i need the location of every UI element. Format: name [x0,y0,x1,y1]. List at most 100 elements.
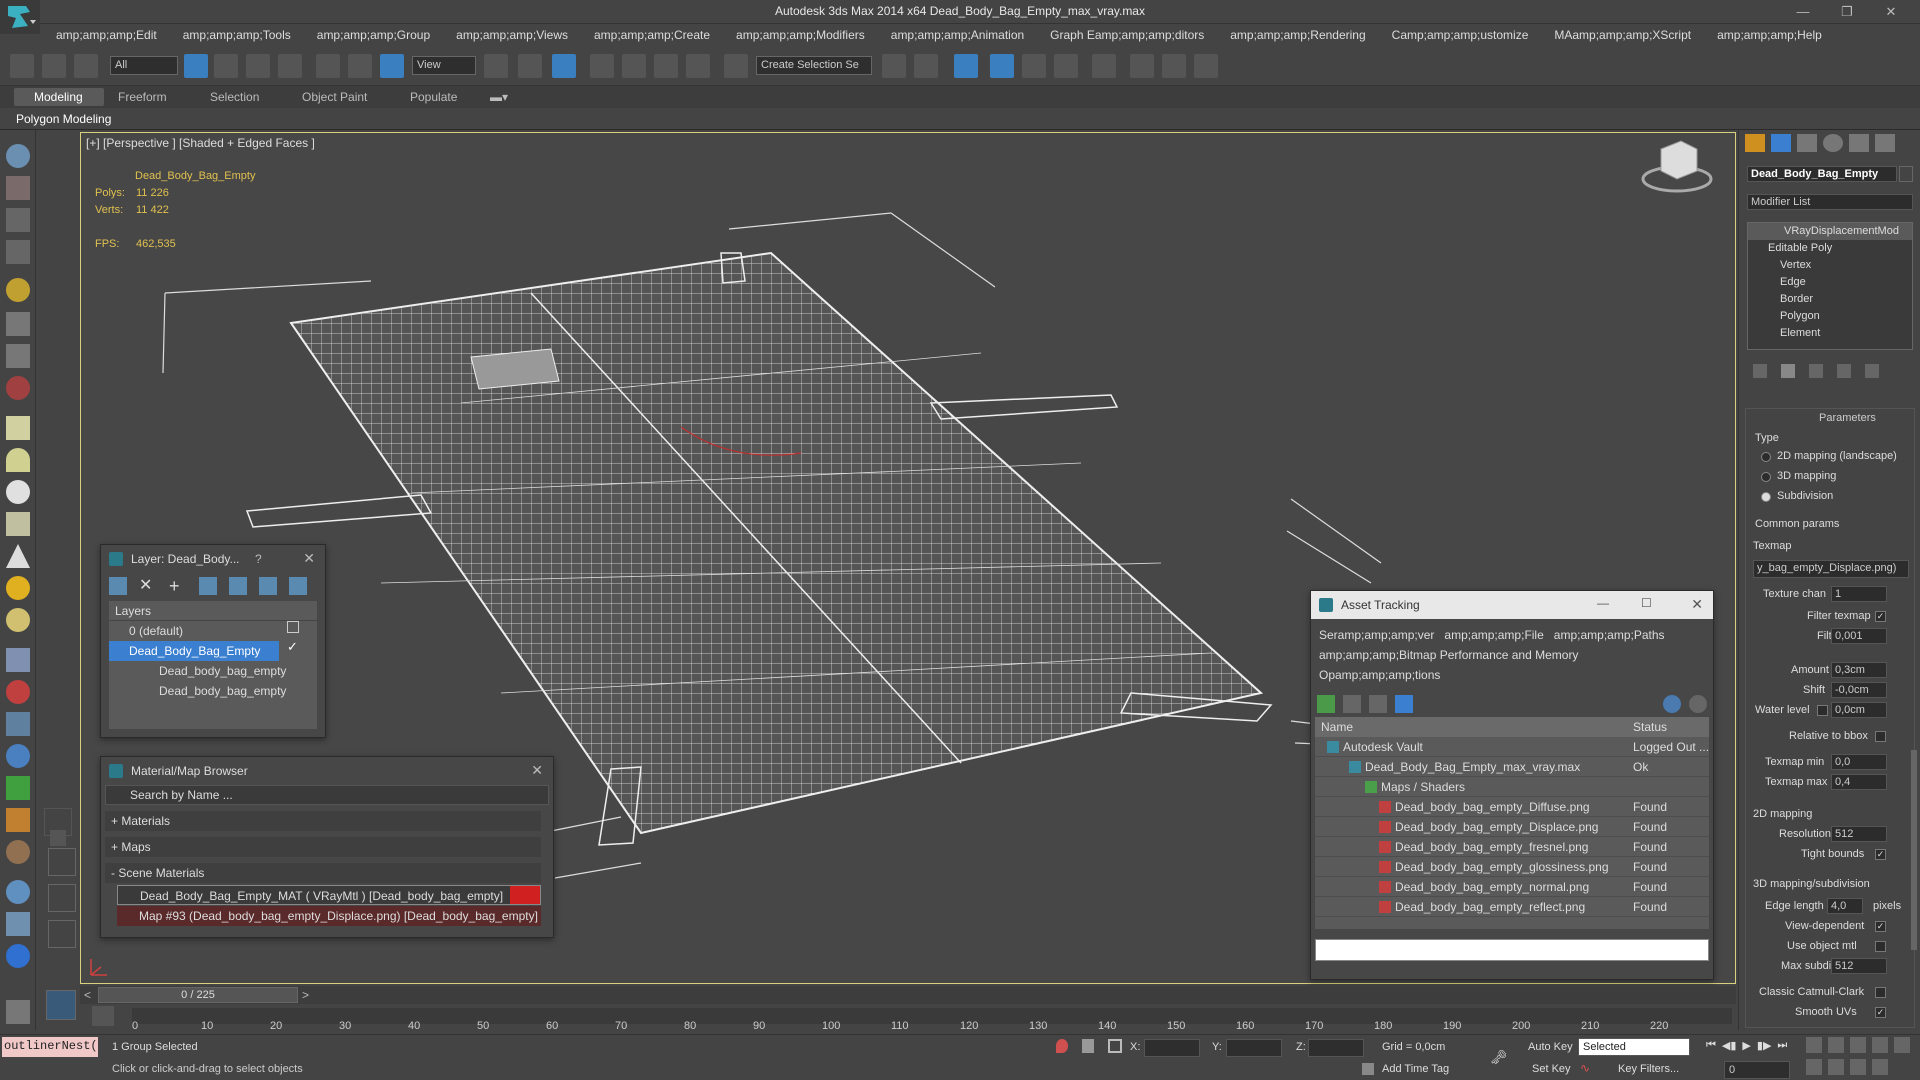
panel-scrollbar[interactable] [1911,750,1917,950]
tab-populate[interactable]: Populate [410,90,457,104]
layout-slot-icon[interactable] [44,808,72,836]
pan-icon[interactable] [1806,1059,1822,1075]
thumbnail-view-icon[interactable] [1369,695,1387,713]
scene-materials-section[interactable]: - Scene Materials [105,863,541,883]
layer-help-button[interactable]: ? [255,552,262,566]
hand-icon[interactable] [6,808,30,832]
texmap-min-spinner[interactable]: 0,0 [1831,754,1887,770]
absolute-mode-icon[interactable] [1108,1039,1122,1053]
menu-maxscript[interactable]: MAamp;amp;amp;XScript [1542,24,1705,46]
set-key-button[interactable]: Set Key [1532,1063,1571,1075]
rendered-frame-icon[interactable] [1162,54,1186,78]
asset-row[interactable]: Dead_Body_Bag_Empty_max_vray.max Ok [1315,757,1709,777]
menu-edit[interactable]: amp;amp;amp;Edit [44,24,171,46]
vray-sphere-icon[interactable] [6,944,30,968]
remove-modifier-icon[interactable] [1837,364,1851,378]
unlink-icon[interactable] [42,54,66,78]
water-level-checkbox[interactable] [1817,705,1828,716]
teapot-icon[interactable] [6,144,30,168]
time-slider-thumb[interactable]: 0 / 225 [98,987,298,1003]
asset-menu-server[interactable]: Seramp;amp;amp;ver [1319,628,1434,642]
menu-customize[interactable]: Camp;amp;amp;ustomize [1380,24,1543,46]
stack-vray-displacement[interactable]: VRayDisplacementMod [1748,223,1912,240]
menu-tools[interactable]: amp;amp;amp;Tools [171,24,305,46]
asset-row[interactable]: Dead_body_bag_empty_normal.png Found [1315,877,1709,897]
list-icon[interactable] [6,208,30,232]
select-object-icon[interactable] [184,54,208,78]
asset-maximize-button[interactable]: ☐ [1641,596,1652,610]
spinner-snap-icon[interactable] [686,54,710,78]
menu-animation[interactable]: amp;amp;amp;Animation [879,24,1038,46]
layer-row-object[interactable]: Dead_body_bag_empty [109,661,317,681]
x-coord-field[interactable] [1144,1039,1200,1057]
freeze-layers-icon[interactable] [289,577,307,595]
track-bar[interactable]: 0 10 20 30 40 50 60 70 80 90 100 110 120 130 140 150 160… [80,1004,1736,1034]
sphere-blue-icon[interactable] [6,880,30,904]
app-logo-icon[interactable] [0,0,40,34]
sphere-icon[interactable] [6,480,30,504]
object-name-field[interactable]: Dead_Body_Bag_Empty [1747,166,1897,182]
stack-editable-poly[interactable]: Editable Poly [1748,240,1912,257]
hierarchy-tab-icon[interactable] [1797,134,1817,152]
make-unique-icon[interactable] [1809,364,1823,378]
keyboard-shortcut-icon[interactable] [552,54,576,78]
add-to-layer-icon[interactable]: + [169,577,187,595]
stack-edge[interactable]: Edge [1748,274,1912,291]
camera-icon[interactable] [6,312,30,336]
max-viewport-icon[interactable] [1872,1059,1888,1075]
schematic-view-icon[interactable] [1054,54,1078,78]
menu-graph-editors[interactable]: Graph Eamp;amp;amp;ditors [1038,24,1218,46]
maxscript-listener[interactable]: outlinerNest( [2,1037,98,1057]
edge-length-spinner[interactable]: 4,0 [1827,898,1863,914]
link-icon[interactable] [10,54,34,78]
hide-layers-icon[interactable] [259,577,277,595]
asset-row[interactable]: Maps / Shaders [1315,777,1709,797]
stack-border[interactable]: Border [1748,291,1912,308]
relative-bbox-checkbox[interactable] [1875,731,1886,742]
time-tag-icon[interactable] [1362,1063,1374,1075]
maps-section[interactable]: + Maps [105,837,541,857]
stack-vertex[interactable]: Vertex [1748,257,1912,274]
shell-icon[interactable] [6,840,30,864]
object-color-swatch[interactable] [1899,166,1913,182]
filter-texmap-checkbox[interactable]: ✓ [1875,611,1886,622]
radio-2d-mapping[interactable] [1761,452,1771,462]
selection-filter-select[interactable]: All [110,56,178,75]
render-icon[interactable] [1194,54,1218,78]
orbit-icon[interactable] [1850,1059,1866,1075]
asset-help-icon[interactable] [1663,695,1681,713]
track-bar-area[interactable] [132,1008,1732,1024]
pin-stack-icon[interactable] [1753,364,1767,378]
prev-frame-icon[interactable]: ◀▮ [1722,1039,1737,1052]
hair-icon[interactable] [6,648,30,672]
grass-icon[interactable] [6,776,30,800]
layer-row-object[interactable]: Dead_body_bag_empty [109,681,317,701]
material-search-input[interactable]: Search by Name ... [105,785,549,805]
layout-b-icon[interactable] [48,884,76,912]
zoom-extents-all-icon[interactable] [1872,1037,1888,1053]
water-level-spinner[interactable]: 0,0cm [1831,702,1887,718]
ribbon-options-icon[interactable]: ▬▾ [490,90,508,104]
layer-row-default[interactable]: 0 (default) [109,621,317,641]
asset-col-status[interactable]: Status [1633,717,1667,737]
active-layout-icon[interactable] [46,990,76,1020]
radio-3d-mapping[interactable] [1761,472,1771,482]
tab-selection[interactable]: Selection [210,90,259,104]
play-icon[interactable]: ▶ [1742,1039,1750,1052]
goto-start-icon[interactable]: ⏮ [1706,1039,1716,1052]
viewport-label[interactable]: [+] [Perspective ] [Shaded + Edged Faces… [86,136,315,150]
highlight-layer-icon[interactable] [229,577,247,595]
ribbon-sub-label[interactable]: Polygon Modeling [16,112,111,126]
snap-toggle-icon[interactable] [590,54,614,78]
configure-sets-icon[interactable] [1865,364,1879,378]
select-by-name-icon[interactable] [214,54,238,78]
zoom-icon[interactable] [1806,1037,1822,1053]
asset-row[interactable]: Dead_body_bag_empty_Displace.png Found [1315,817,1709,837]
mirror-icon[interactable] [882,54,906,78]
spacewarp-icon[interactable] [6,376,30,400]
layer-row-selected[interactable]: Dead_Body_Bag_Empty [109,641,279,661]
asset-close-button[interactable]: ✕ [1691,596,1703,613]
texmap-button[interactable]: y_bag_empty_Displace.png) [1753,560,1909,578]
layer-dialog-titlebar[interactable]: Layer: Dead_Body... ? ✕ [101,545,325,573]
material-editor-icon[interactable] [1092,54,1116,78]
